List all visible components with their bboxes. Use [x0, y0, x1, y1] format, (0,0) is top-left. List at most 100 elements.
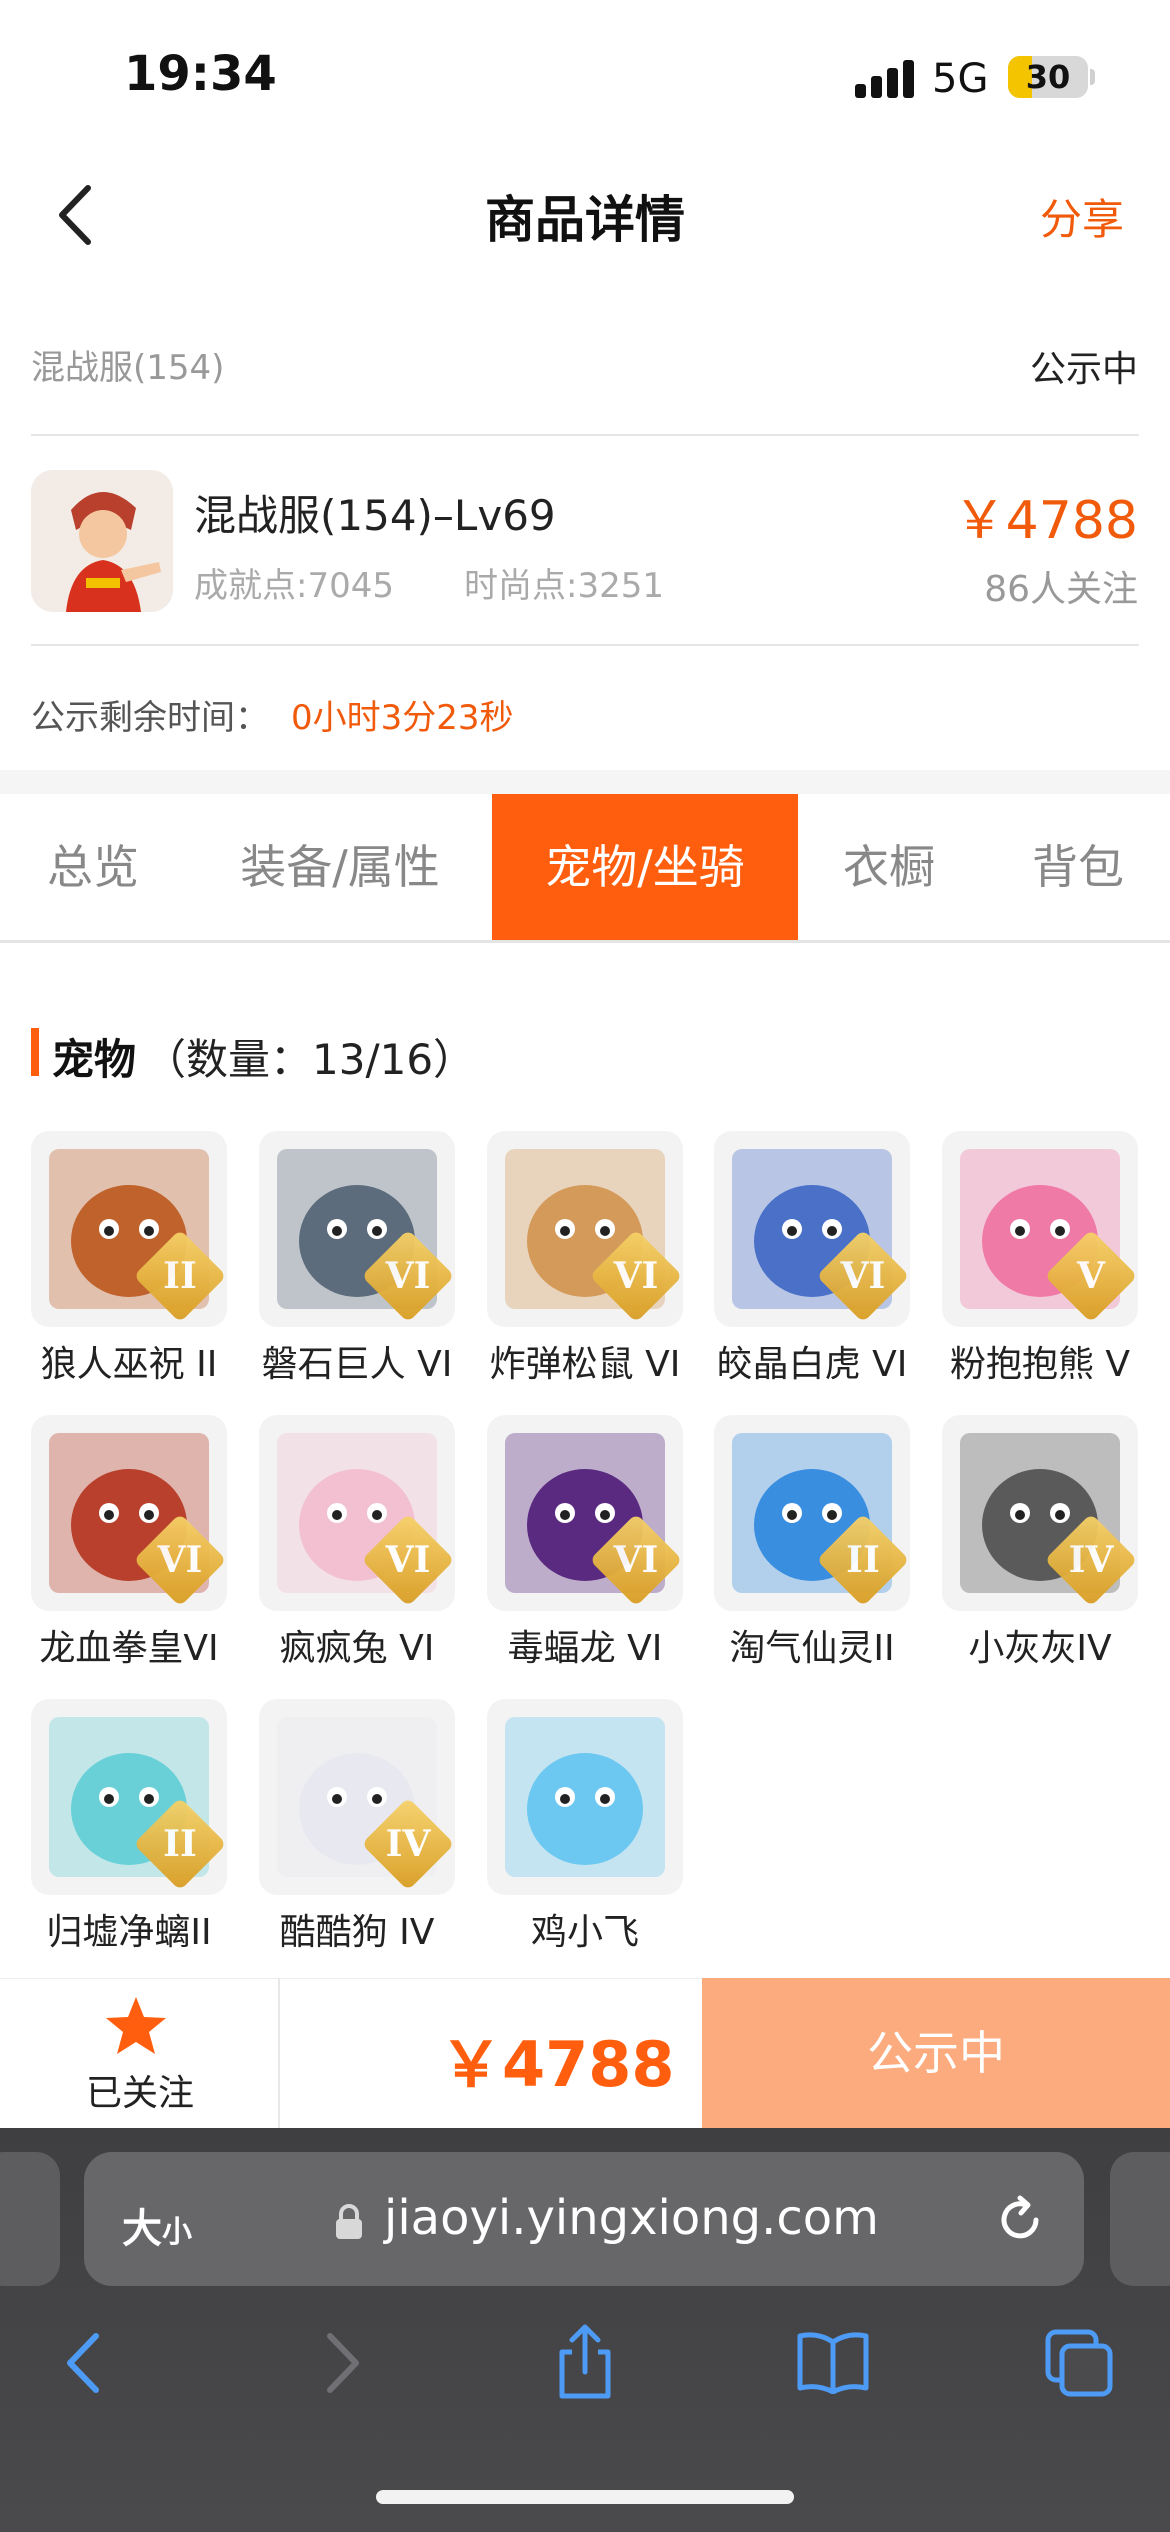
pet-thumbnail: VI	[714, 1131, 910, 1327]
tabs-button[interactable]	[1044, 2328, 1114, 2398]
pet-card[interactable]: VI 磐石巨人 VI	[259, 1131, 455, 1385]
follow-label[interactable]: 已关注	[0, 2064, 280, 2116]
battery-icon: 30	[1008, 56, 1088, 98]
server-name: 混战服(154)	[31, 348, 225, 388]
buy-button[interactable]: 公示中	[702, 1978, 1170, 2128]
pet-thumbnail: VI	[259, 1415, 455, 1611]
tab-equipment[interactable]: 装备/属性	[204, 794, 476, 940]
product-price: ￥4788	[953, 491, 1138, 551]
pet-name: 皎晶白虎 VI	[716, 1344, 908, 1385]
product-name: 混战服(154)–Lv69	[194, 491, 556, 540]
remaining-time-label: 公示剩余时间：	[31, 698, 269, 738]
lock-icon	[334, 2204, 364, 2240]
rank-numeral: VI	[385, 1255, 431, 1297]
pet-name: 龙血拳皇VI	[39, 1628, 219, 1669]
tab-overview[interactable]: 总览	[0, 794, 186, 940]
rank-numeral: VI	[385, 1539, 431, 1581]
chevron-right-icon	[327, 2333, 359, 2393]
pet-card[interactable]: II 归墟净螭II	[31, 1699, 227, 1953]
battery-nub	[1090, 69, 1095, 85]
bottom-price: ￥4788	[440, 2028, 675, 2101]
rank-numeral: VI	[157, 1539, 203, 1581]
listing-status: 公示中	[1029, 349, 1138, 390]
pet-card[interactable]: II 淘气仙灵II	[714, 1415, 910, 1669]
browser-forward-button[interactable]	[304, 2328, 374, 2398]
rank-numeral: IV	[1068, 1539, 1114, 1581]
character-avatar	[31, 470, 173, 612]
section-accent-bar	[31, 1028, 39, 1076]
rank-badge: VI	[816, 1229, 910, 1323]
battery-level: 30	[1025, 58, 1071, 96]
rank-badge: VI	[361, 1513, 455, 1607]
pet-card[interactable]: VI 疯疯兔 VI	[259, 1415, 455, 1669]
text-size-large: 大	[122, 2206, 162, 2252]
pet-card[interactable]: II 狼人巫祝 II	[31, 1131, 227, 1385]
pet-name: 狼人巫祝 II	[40, 1344, 218, 1385]
rank-numeral: II	[846, 1539, 880, 1581]
bookmarks-button[interactable]	[796, 2330, 869, 2400]
rank-numeral: VI	[840, 1255, 886, 1297]
pet-card[interactable]: V 粉抱抱熊 V	[942, 1131, 1138, 1385]
previous-tab-preview[interactable]	[0, 2152, 60, 2286]
fashion-points: 时尚点:3251	[464, 566, 664, 606]
text-size-small: 小	[162, 2215, 192, 2250]
share-icon	[559, 2324, 611, 2399]
browser-back-button[interactable]	[52, 2328, 122, 2398]
pet-name: 归墟净螭II	[46, 1912, 212, 1953]
pet-thumbnail: VI	[487, 1415, 683, 1611]
pet-card[interactable]: IV 酷酷狗 IV	[259, 1699, 455, 1953]
section-count: （数量：13/16）	[144, 1035, 476, 1084]
book-icon	[797, 2332, 869, 2395]
divider	[31, 434, 1139, 436]
tab-bag[interactable]: 背包	[1000, 794, 1156, 940]
rank-numeral: II	[163, 1255, 197, 1297]
pet-thumbnail: II	[31, 1131, 227, 1327]
share-sheet-button[interactable]	[550, 2322, 620, 2399]
tabs-divider	[0, 940, 1170, 943]
follower-count: 86人关注	[984, 569, 1138, 610]
tab-pets-mounts[interactable]: 宠物/坐骑	[492, 794, 798, 940]
pet-card[interactable]: VI 皎晶白虎 VI	[714, 1131, 910, 1385]
url-text[interactable]: jiaoyi.yingxiong.com	[384, 2190, 879, 2246]
rank-badge: VI	[133, 1513, 227, 1607]
home-indicator	[376, 2490, 794, 2504]
achievement-points: 成就点:7045	[194, 566, 394, 606]
rank-badge: VI	[589, 1229, 683, 1323]
rank-badge: II	[133, 1797, 227, 1891]
rank-numeral: VI	[613, 1539, 659, 1581]
pet-name: 炸弹松鼠 VI	[489, 1344, 681, 1385]
pet-card[interactable]: VI 龙血拳皇VI	[31, 1415, 227, 1669]
rank-badge: IV	[1044, 1513, 1138, 1607]
pet-thumbnail: VI	[31, 1415, 227, 1611]
pet-name: 磐石巨人 VI	[261, 1344, 453, 1385]
pet-card[interactable]: VI 炸弹松鼠 VI	[487, 1131, 683, 1385]
section-title: 宠物	[52, 1035, 137, 1084]
pet-thumbnail: IV	[942, 1415, 1138, 1611]
rank-badge: IV	[361, 1797, 455, 1891]
pet-portrait-icon	[505, 1717, 665, 1877]
tab-wardrobe[interactable]: 衣橱	[814, 794, 964, 940]
pet-name: 淘气仙灵II	[729, 1628, 895, 1669]
follow-button[interactable]	[104, 1994, 168, 2058]
star-icon	[106, 1997, 166, 2054]
remaining-time-value: 0小时3分23秒	[291, 698, 514, 738]
rank-badge: II	[133, 1229, 227, 1323]
text-size-button[interactable]: 大小	[122, 2196, 192, 2254]
rank-numeral: VI	[613, 1255, 659, 1297]
page-title: 商品详情	[485, 191, 685, 249]
reload-icon[interactable]	[992, 2192, 1048, 2248]
network-type: 5G	[932, 56, 989, 102]
pet-thumbnail: VI	[487, 1131, 683, 1327]
rank-badge: VI	[589, 1513, 683, 1607]
pet-card[interactable]: VI 毒蝠龙 VI	[487, 1415, 683, 1669]
pet-name: 鸡小飞	[530, 1912, 639, 1953]
pet-thumbnail: II	[714, 1415, 910, 1611]
pet-card[interactable]: 鸡小飞	[487, 1699, 683, 1953]
rank-badge: VI	[361, 1229, 455, 1323]
status-time: 19:34	[124, 46, 277, 102]
chevron-left-icon	[67, 2333, 99, 2393]
pet-card[interactable]: IV 小灰灰IV	[942, 1415, 1138, 1669]
share-button[interactable]: 分享	[1040, 186, 1124, 247]
pet-thumbnail: VI	[259, 1131, 455, 1327]
next-tab-preview[interactable]	[1110, 2152, 1170, 2286]
